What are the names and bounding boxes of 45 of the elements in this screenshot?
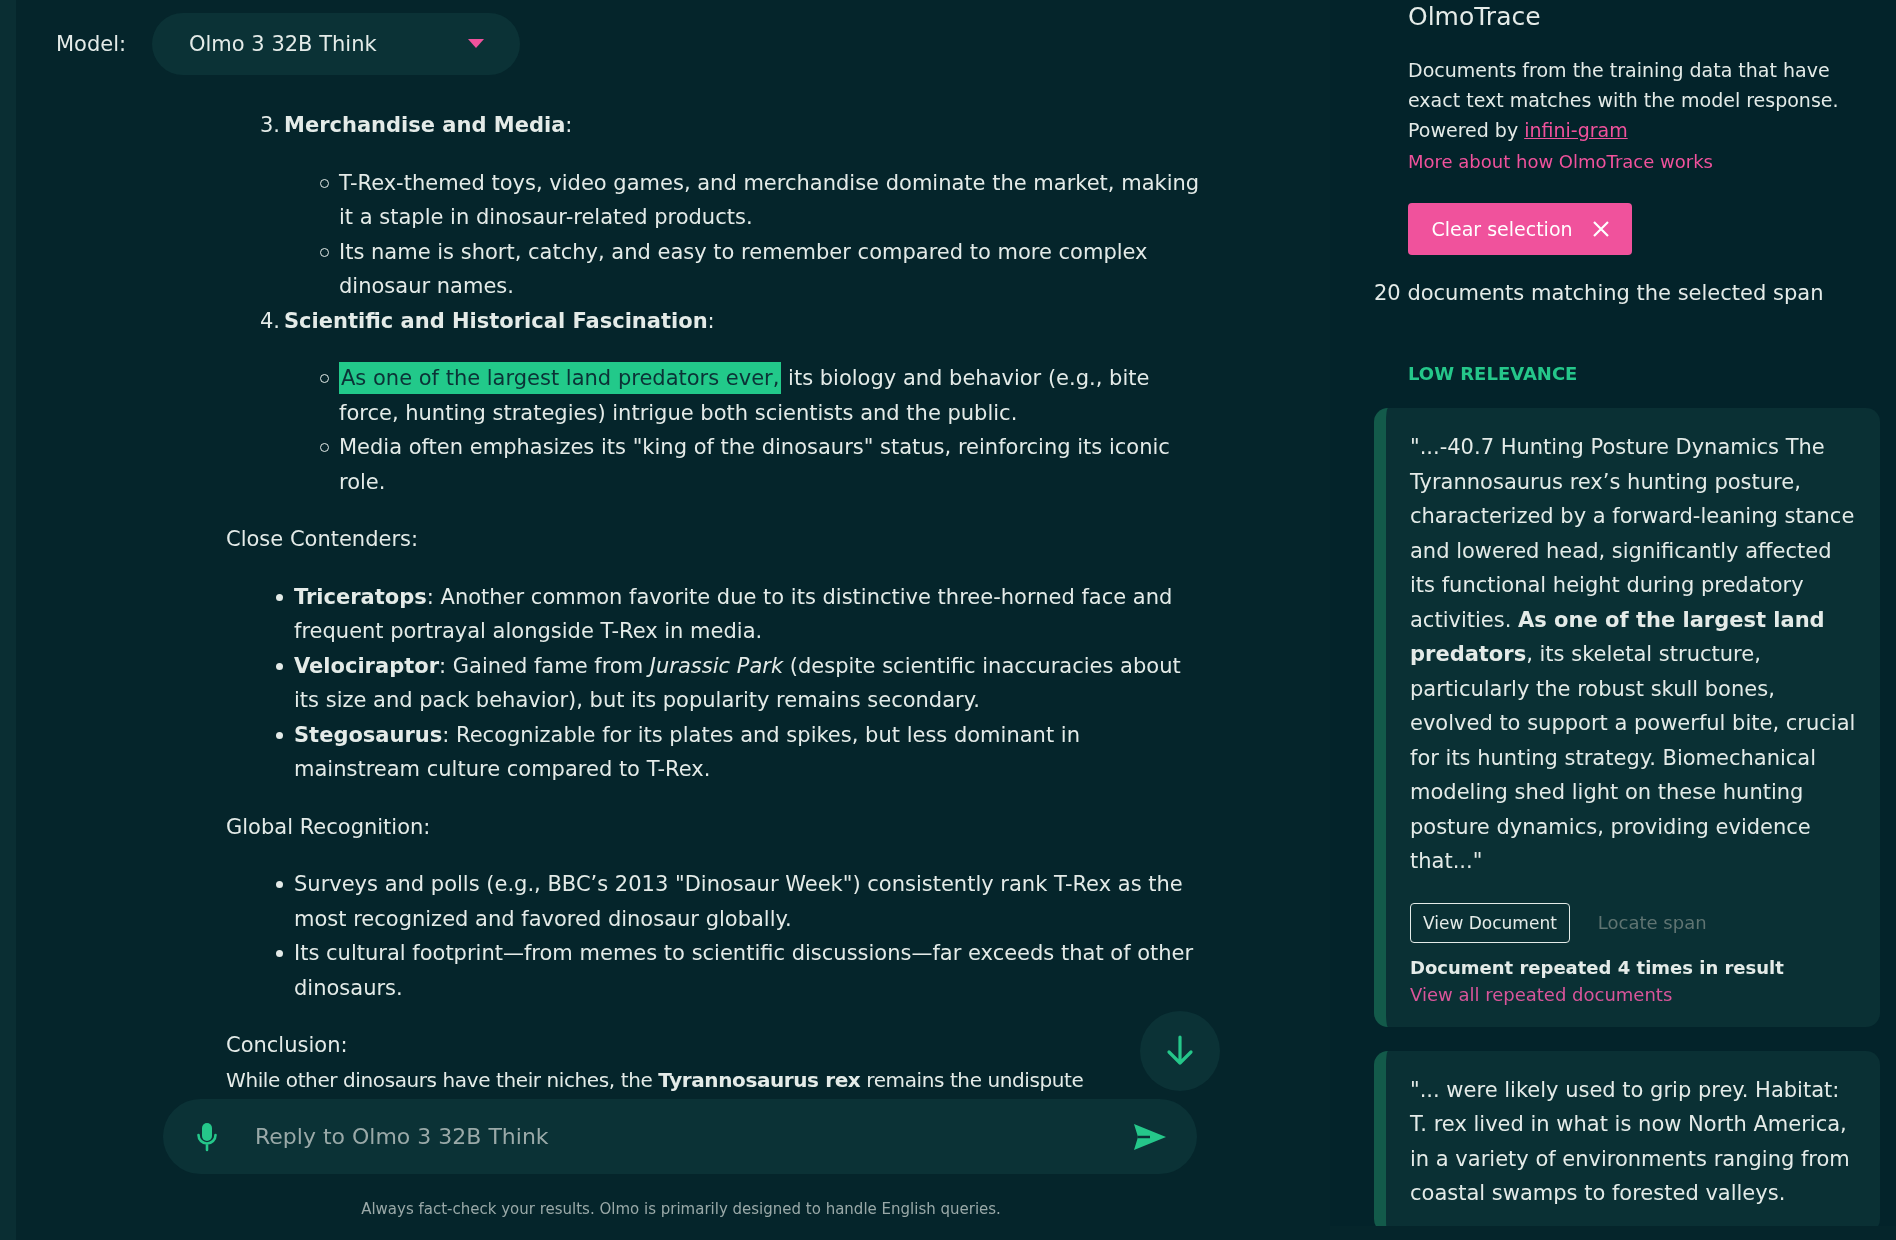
- more-info-link[interactable]: More about how OlmoTrace works: [1408, 145, 1880, 179]
- view-document-button[interactable]: View Document: [1410, 902, 1570, 943]
- bullet-icon: [276, 731, 283, 739]
- arrow-down-icon: [1165, 1035, 1195, 1067]
- clear-selection-button[interactable]: Clear selection: [1408, 203, 1632, 255]
- section-title: Scientific and Historical Fascination:: [284, 307, 715, 335]
- section-heading: Conclusion:: [226, 1032, 348, 1059]
- model-dropdown[interactable]: Olmo 3 32B Think: [152, 13, 520, 75]
- list-item-text: Stegosaurus: Recognizable for its plates and spikes, but less dominant in mainstream culture compared to T-Rex.: [294, 721, 1081, 783]
- bullet-icon: [276, 950, 283, 957]
- model-label: Model:: [56, 32, 128, 56]
- reply-field[interactable]: Reply to Olmo 3 32B Think: [253, 1123, 1133, 1150]
- list-item-text: T-Rex-themed toys, video games, and merchandise dominate the market, making it a staple in dinosaur-related products.: [339, 169, 1201, 231]
- document-excerpt: "... were likely used to grip prey. Habitat: T. rex lived in what is now North America, in a variety of environments ranging from coastal swamps to forested valleys.: [1410, 1076, 1851, 1207]
- bullet-icon: [276, 881, 283, 888]
- document-excerpt: "...-40.7 Hunting Posture Dynamics The Tyrannosaurus rex’s hunting posture, characterized by a forward-leaning stance and lowered head, significantly affected its functional height during predatory activities. As one of the largest land predators, its skeletal structure, particularly the robust skull bones, evolved to support a powerful bite, crucial for its hunting strategy. Biomechanical modeling shed light on these hunting posture dynamics, providing evidence that...": [1410, 434, 1857, 875]
- list-item-text: Media often emphasizes its "king of the dinosaurs" status, reinforcing its iconic role.: [339, 434, 1171, 496]
- disclaimer-text: Always fact-check your results. Olmo is primarily designed to handle English queries.: [360, 1200, 1002, 1218]
- section-title: Merchandise and Media:: [284, 112, 573, 139]
- paragraph: While other dinosaurs have their niches, the Tyrannosaurus rex remains the undispute: [226, 1066, 1084, 1093]
- close-icon: [1592, 221, 1609, 237]
- send-icon[interactable]: [1133, 1122, 1167, 1151]
- powered-by-label: Powered by: [1408, 119, 1519, 141]
- list-item-text: Surveys and polls (e.g., BBC’s 2013 "Dinosaur Week") consistently rank T-Rex as the most recognized and favored dinosaur globally.: [294, 871, 1184, 933]
- repeated-documents-link[interactable]: View all repeated documents: [1410, 983, 1862, 1005]
- list-item-text: Its cultural footprint—from memes to scientific discussions—far exceeds that of other dinosaurs.: [294, 940, 1195, 1002]
- infini-gram-link[interactable]: infini-gram: [1524, 119, 1628, 141]
- caret-icon: [468, 39, 484, 49]
- match-count: 20 documents matching the selected span: [1374, 281, 1825, 305]
- panel-description: Documents from the training data that have exact text matches with the model response.: [1408, 58, 1840, 113]
- bullet-icon: [276, 662, 283, 670]
- microphone-icon[interactable]: [197, 1121, 217, 1152]
- section-heading: Global Recognition:: [226, 813, 431, 841]
- relevance-label: LOW RELEVANCE: [1408, 363, 1579, 384]
- repeat-note: Document repeated 4 times in result: [1410, 956, 1785, 978]
- reply-box[interactable]: Reply to Olmo 3 32B Think: [163, 1099, 1197, 1174]
- list-number: 4.: [260, 307, 282, 335]
- list-item-text: Triceratops: Another common favorite due to its distinctive three-horned face and frequent portrayal alongside T-Rex in media.: [294, 583, 1174, 645]
- section-heading: Close Contenders:: [226, 526, 419, 553]
- list-item-text: As one of the largest land predators ever, its biology and behavior (e.g., bite force, hunting strategies) intrigue both scientists and the public.: [339, 361, 1211, 430]
- list-item-text: Its name is short, catchy, and easy to remember compared to more complex dinosaur names.: [339, 238, 1149, 300]
- bullet-icon: [276, 593, 283, 601]
- panel-title: OlmoTrace: [1408, 2, 1542, 31]
- list-item-text: Velociraptor: Gained fame from Jurassic Park (despite scientific inaccuracies about its size and pack behavior), but its popularity remains secondary.: [294, 652, 1182, 714]
- list-number: 3.: [260, 112, 282, 139]
